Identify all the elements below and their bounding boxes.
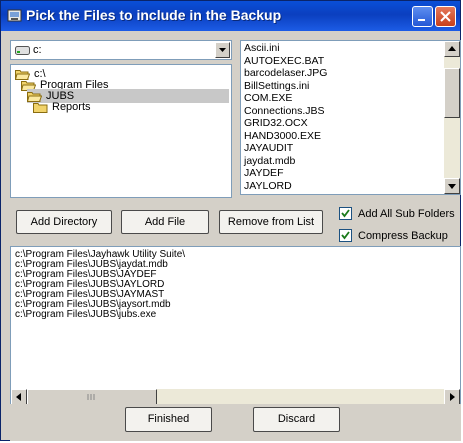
- minimize-button[interactable]: [412, 6, 433, 27]
- drive-dropdown-button[interactable]: [215, 42, 230, 58]
- close-button[interactable]: [435, 6, 456, 27]
- selected-file-item[interactable]: c:\Program Files\JUBS\jaysort.mdb: [15, 300, 171, 310]
- file-list-item[interactable]: GRID32.OCX: [244, 118, 308, 129]
- chevron-right-icon: [450, 393, 455, 401]
- remove-from-list-button[interactable]: Remove from List: [219, 210, 323, 234]
- add-all-subfolders-label: Add All Sub Folders: [358, 208, 455, 220]
- compress-backup-label: Compress Backup: [358, 230, 448, 242]
- chevron-up-icon: [448, 46, 456, 51]
- discard-button[interactable]: Discard: [253, 407, 340, 432]
- grip-icon: [87, 394, 95, 400]
- drive-select[interactable]: c:: [10, 40, 232, 60]
- file-list-item[interactable]: barcodelaser.JPG: [244, 68, 327, 79]
- file-list[interactable]: JAYLORD JAYDEF jaydat.mdb JAYAUDIT HAND3000.…: [240, 40, 461, 195]
- scroll-left-button[interactable]: [11, 389, 27, 405]
- selected-file-item[interactable]: c:\Program Files\JUBS\JAYLORD: [15, 280, 164, 290]
- close-icon: [440, 11, 451, 22]
- checkmark-icon: [341, 209, 350, 218]
- selected-files-list[interactable]: c:\Program Files\JUBS\jubs.exe c:\Program…: [10, 246, 461, 406]
- file-list-item[interactable]: BillSettings.ini: [244, 80, 309, 92]
- file-list-item[interactable]: JAYLORD: [244, 180, 292, 192]
- file-list-item[interactable]: Connections.JBS: [244, 105, 325, 117]
- chevron-down-icon: [448, 184, 456, 189]
- selected-file-item[interactable]: c:\Program Files\JUBS\JAYDEF: [15, 270, 157, 280]
- tree-item-label: Reports: [52, 101, 91, 113]
- checkbox-box: [339, 228, 352, 242]
- backup-app-icon: [7, 9, 22, 22]
- finished-button[interactable]: Finished: [125, 407, 212, 432]
- selected-file-item[interactable]: c:\Program Files\JUBS\jubs.exe: [15, 310, 156, 320]
- chevron-left-icon: [16, 393, 21, 401]
- selected-file-item[interactable]: c:\Program Files\JUBS\JAYMAST: [15, 290, 164, 300]
- directory-tree[interactable]: c:\ Program Files JUBS Reports: [10, 64, 232, 198]
- chevron-down-icon: [219, 48, 226, 52]
- selected-file-item[interactable]: c:\Program Files\Jayhawk Utility Suite\: [15, 250, 185, 260]
- compress-backup-checkbox[interactable]: Compress Backup: [339, 228, 448, 243]
- scroll-down-button[interactable]: [444, 178, 460, 194]
- file-list-item[interactable]: COM.EXE: [244, 93, 292, 104]
- window-title: Pick the Files to include in the Backup: [26, 7, 282, 23]
- file-list-scrollbar[interactable]: [444, 41, 460, 194]
- add-all-subfolders-checkbox[interactable]: Add All Sub Folders: [339, 206, 455, 221]
- title-bar[interactable]: Pick the Files to include in the Backup: [1, 1, 460, 31]
- folder-icon: [33, 103, 48, 114]
- checkmark-icon: [341, 231, 350, 240]
- file-list-item[interactable]: jaydat.mdb: [244, 155, 295, 167]
- scroll-right-button[interactable]: [444, 389, 460, 405]
- file-list-item[interactable]: JAYAUDIT: [244, 143, 293, 154]
- drive-icon: [15, 46, 30, 55]
- file-list-item[interactable]: AUTOEXEC.BAT: [244, 55, 324, 67]
- add-file-button[interactable]: Add File: [121, 210, 209, 234]
- selected-list-hscrollbar[interactable]: [11, 389, 460, 405]
- scroll-up-button[interactable]: [444, 41, 460, 57]
- selected-file-item[interactable]: c:\Program Files\JUBS\jaydat.mdb: [15, 260, 168, 270]
- minimize-icon: [418, 19, 425, 21]
- bottom-bar: [10, 404, 461, 441]
- file-list-item[interactable]: Ascii.ini: [244, 43, 280, 54]
- hscroll-thumb[interactable]: [27, 389, 157, 405]
- scroll-thumb[interactable]: [444, 68, 460, 118]
- file-list-item[interactable]: JAYDEF: [244, 168, 283, 179]
- drive-value: c:: [33, 44, 42, 56]
- add-directory-button[interactable]: Add Directory: [16, 210, 112, 234]
- checkbox-box: [339, 206, 352, 220]
- file-list-item[interactable]: HAND3000.EXE: [244, 130, 321, 142]
- tree-item[interactable]: Reports: [33, 100, 93, 114]
